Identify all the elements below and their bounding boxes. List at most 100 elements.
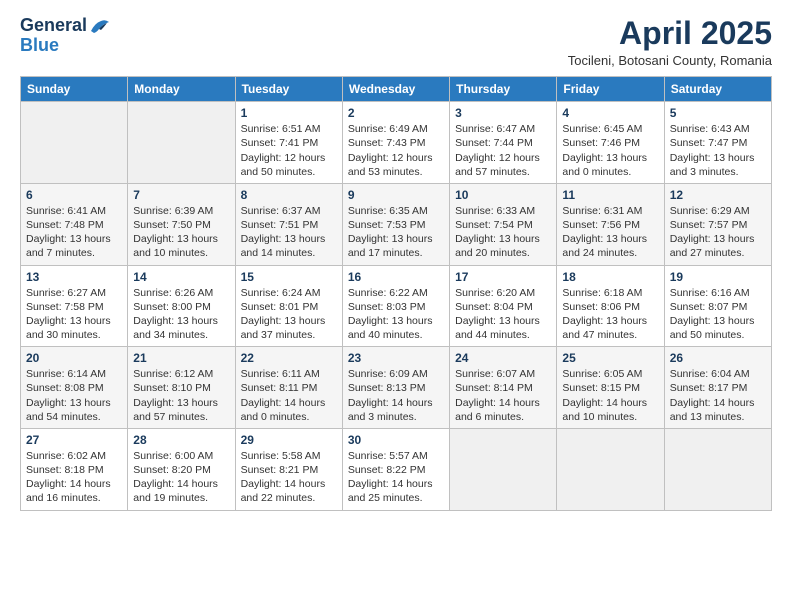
calendar-cell: [128, 102, 235, 184]
day-number: 12: [670, 188, 766, 202]
calendar-title: April 2025: [568, 16, 772, 51]
day-info: Sunrise: 6:33 AM Sunset: 7:54 PM Dayligh…: [455, 205, 540, 260]
day-number: 14: [133, 270, 229, 284]
day-number: 4: [562, 106, 658, 120]
day-number: 9: [348, 188, 444, 202]
day-info: Sunrise: 6:49 AM Sunset: 7:43 PM Dayligh…: [348, 123, 433, 178]
calendar-header-friday: Friday: [557, 77, 664, 102]
day-number: 11: [562, 188, 658, 202]
calendar-cell: 8 Sunrise: 6:37 AM Sunset: 7:51 PM Daylig…: [235, 183, 342, 265]
day-info: Sunrise: 6:47 AM Sunset: 7:44 PM Dayligh…: [455, 123, 540, 178]
calendar-week-row: 20 Sunrise: 6:14 AM Sunset: 8:08 PM Dayli…: [21, 347, 772, 429]
day-number: 28: [133, 433, 229, 447]
day-number: 7: [133, 188, 229, 202]
day-info: Sunrise: 6:27 AM Sunset: 7:58 PM Dayligh…: [26, 287, 111, 342]
calendar-cell: 12 Sunrise: 6:29 AM Sunset: 7:57 PM Dayli…: [664, 183, 771, 265]
day-info: Sunrise: 6:51 AM Sunset: 7:41 PM Dayligh…: [241, 123, 326, 178]
day-number: 17: [455, 270, 551, 284]
calendar-cell: 10 Sunrise: 6:33 AM Sunset: 7:54 PM Dayli…: [450, 183, 557, 265]
calendar-header-row: SundayMondayTuesdayWednesdayThursdayFrid…: [21, 77, 772, 102]
day-info: Sunrise: 6:45 AM Sunset: 7:46 PM Dayligh…: [562, 123, 647, 178]
calendar-cell: 16Sunrise: 6:22 AM Sunset: 8:03 PM Dayli…: [342, 265, 449, 347]
day-info: Sunrise: 6:43 AM Sunset: 7:47 PM Dayligh…: [670, 123, 755, 178]
day-info: Sunrise: 6:07 AM Sunset: 8:14 PM Dayligh…: [455, 368, 540, 423]
calendar-cell: 9Sunrise: 6:35 AM Sunset: 7:53 PM Daylig…: [342, 183, 449, 265]
day-info: Sunrise: 6:29 AM Sunset: 7:57 PM Dayligh…: [670, 205, 755, 260]
logo: General Blue: [20, 16, 111, 56]
day-info: Sunrise: 6:09 AM Sunset: 8:13 PM Dayligh…: [348, 368, 433, 423]
day-info: Sunrise: 6:26 AM Sunset: 8:00 PM Dayligh…: [133, 287, 218, 342]
calendar-cell: 29 Sunrise: 5:58 AM Sunset: 8:21 PM Dayli…: [235, 428, 342, 510]
calendar-cell: 30Sunrise: 5:57 AM Sunset: 8:22 PM Dayli…: [342, 428, 449, 510]
day-info: Sunrise: 6:37 AM Sunset: 7:51 PM Dayligh…: [241, 205, 326, 260]
header: General Blue April 2025 Tocileni, Botosa…: [20, 16, 772, 68]
day-info: Sunrise: 6:02 AM Sunset: 8:18 PM Dayligh…: [26, 450, 111, 505]
calendar-cell: 17 Sunrise: 6:20 AM Sunset: 8:04 PM Dayli…: [450, 265, 557, 347]
day-number: 27: [26, 433, 122, 447]
day-info: Sunrise: 6:18 AM Sunset: 8:06 PM Dayligh…: [562, 287, 647, 342]
day-number: 3: [455, 106, 551, 120]
calendar-cell: 25 Sunrise: 6:05 AM Sunset: 8:15 PM Dayli…: [557, 347, 664, 429]
day-info: Sunrise: 6:16 AM Sunset: 8:07 PM Dayligh…: [670, 287, 755, 342]
day-number: 5: [670, 106, 766, 120]
calendar-header-tuesday: Tuesday: [235, 77, 342, 102]
calendar-week-row: 6 Sunrise: 6:41 AM Sunset: 7:48 PM Daylig…: [21, 183, 772, 265]
logo-general-text: General: [20, 16, 87, 36]
calendar-cell: 27 Sunrise: 6:02 AM Sunset: 8:18 PM Dayli…: [21, 428, 128, 510]
day-info: Sunrise: 6:41 AM Sunset: 7:48 PM Dayligh…: [26, 205, 111, 260]
day-number: 18: [562, 270, 658, 284]
calendar-week-row: 13 Sunrise: 6:27 AM Sunset: 7:58 PM Dayli…: [21, 265, 772, 347]
calendar-week-row: 1Sunrise: 6:51 AM Sunset: 7:41 PM Daylig…: [21, 102, 772, 184]
calendar-header-saturday: Saturday: [664, 77, 771, 102]
day-number: 30: [348, 433, 444, 447]
logo-blue-text: Blue: [20, 36, 59, 56]
day-number: 25: [562, 351, 658, 365]
calendar-header-monday: Monday: [128, 77, 235, 102]
day-info: Sunrise: 6:11 AM Sunset: 8:11 PM Dayligh…: [241, 368, 326, 423]
title-block: April 2025 Tocileni, Botosani County, Ro…: [568, 16, 772, 68]
day-number: 22: [241, 351, 337, 365]
day-info: Sunrise: 5:58 AM Sunset: 8:21 PM Dayligh…: [241, 450, 326, 505]
calendar-cell: 24 Sunrise: 6:07 AM Sunset: 8:14 PM Dayli…: [450, 347, 557, 429]
calendar-cell: 19Sunrise: 6:16 AM Sunset: 8:07 PM Dayli…: [664, 265, 771, 347]
calendar-cell: [21, 102, 128, 184]
page: General Blue April 2025 Tocileni, Botosa…: [0, 0, 792, 612]
calendar-header-wednesday: Wednesday: [342, 77, 449, 102]
calendar-cell: 26Sunrise: 6:04 AM Sunset: 8:17 PM Dayli…: [664, 347, 771, 429]
calendar-cell: 6 Sunrise: 6:41 AM Sunset: 7:48 PM Daylig…: [21, 183, 128, 265]
calendar-cell: 4 Sunrise: 6:45 AM Sunset: 7:46 PM Daylig…: [557, 102, 664, 184]
day-number: 21: [133, 351, 229, 365]
day-number: 6: [26, 188, 122, 202]
calendar-cell: [450, 428, 557, 510]
calendar-cell: 3 Sunrise: 6:47 AM Sunset: 7:44 PM Daylig…: [450, 102, 557, 184]
day-number: 8: [241, 188, 337, 202]
calendar-table: SundayMondayTuesdayWednesdayThursdayFrid…: [20, 76, 772, 510]
day-number: 2: [348, 106, 444, 120]
calendar-cell: 18 Sunrise: 6:18 AM Sunset: 8:06 PM Dayli…: [557, 265, 664, 347]
calendar-cell: 23 Sunrise: 6:09 AM Sunset: 8:13 PM Dayli…: [342, 347, 449, 429]
calendar-cell: [664, 428, 771, 510]
calendar-cell: 2 Sunrise: 6:49 AM Sunset: 7:43 PM Daylig…: [342, 102, 449, 184]
day-number: 10: [455, 188, 551, 202]
day-info: Sunrise: 6:20 AM Sunset: 8:04 PM Dayligh…: [455, 287, 540, 342]
day-number: 29: [241, 433, 337, 447]
day-number: 26: [670, 351, 766, 365]
day-info: Sunrise: 6:22 AM Sunset: 8:03 PM Dayligh…: [348, 287, 433, 342]
calendar-cell: 28Sunrise: 6:00 AM Sunset: 8:20 PM Dayli…: [128, 428, 235, 510]
calendar-cell: 15Sunrise: 6:24 AM Sunset: 8:01 PM Dayli…: [235, 265, 342, 347]
day-info: Sunrise: 6:31 AM Sunset: 7:56 PM Dayligh…: [562, 205, 647, 260]
day-number: 24: [455, 351, 551, 365]
day-info: Sunrise: 6:12 AM Sunset: 8:10 PM Dayligh…: [133, 368, 218, 423]
day-number: 23: [348, 351, 444, 365]
calendar-cell: 11 Sunrise: 6:31 AM Sunset: 7:56 PM Dayli…: [557, 183, 664, 265]
calendar-subtitle: Tocileni, Botosani County, Romania: [568, 53, 772, 68]
day-info: Sunrise: 6:24 AM Sunset: 8:01 PM Dayligh…: [241, 287, 326, 342]
day-number: 20: [26, 351, 122, 365]
calendar-cell: 22 Sunrise: 6:11 AM Sunset: 8:11 PM Dayli…: [235, 347, 342, 429]
calendar-cell: [557, 428, 664, 510]
day-info: Sunrise: 6:05 AM Sunset: 8:15 PM Dayligh…: [562, 368, 647, 423]
day-number: 13: [26, 270, 122, 284]
day-info: Sunrise: 6:14 AM Sunset: 8:08 PM Dayligh…: [26, 368, 111, 423]
calendar-cell: 13 Sunrise: 6:27 AM Sunset: 7:58 PM Dayli…: [21, 265, 128, 347]
calendar-cell: 1Sunrise: 6:51 AM Sunset: 7:41 PM Daylig…: [235, 102, 342, 184]
